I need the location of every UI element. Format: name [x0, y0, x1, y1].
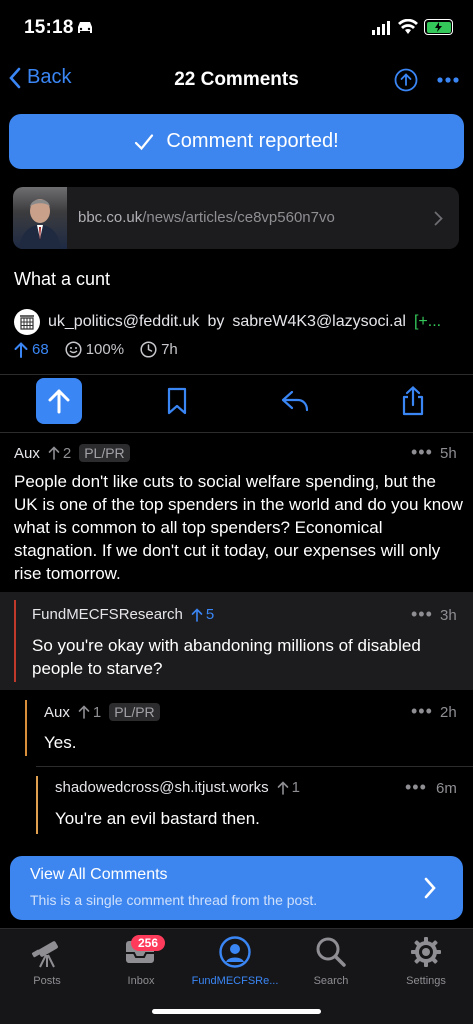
battery-icon [424, 19, 453, 35]
view-all-comments-button[interactable]: View All Comments This is a single comme… [10, 856, 463, 920]
car-icon [78, 22, 92, 33]
comment-score: 1 [78, 704, 101, 721]
tab-posts[interactable]: Posts [0, 935, 94, 987]
comment-time: 3h [440, 607, 457, 624]
view-all-subtitle: This is a single comment thread from the… [30, 892, 318, 908]
profile-icon [219, 936, 251, 968]
divider [0, 374, 473, 375]
arrow-up-icon [191, 607, 203, 622]
by-label: by [207, 313, 225, 330]
comment-author[interactable]: shadowedcross@sh.itjust.works [55, 779, 269, 796]
post-author[interactable]: sabreW4K3@lazysoci.al [232, 313, 406, 331]
tab-search[interactable]: Search [284, 935, 378, 987]
report-toast: Comment reported! [9, 114, 464, 169]
comment-time: 6m [436, 780, 457, 797]
comment-time: 5h [440, 445, 457, 462]
status-bar: 15:18 [0, 0, 473, 54]
navigation-bar: Back 22 Comments [0, 56, 473, 104]
save-button[interactable] [154, 378, 200, 424]
link-url: bbc.co.uk/news/articles/ce8vp560n7vo [78, 209, 335, 226]
post-attribution: uk_politics@feddit.uk by sabreW4K3@lazys… [14, 309, 441, 335]
smiley-icon [65, 341, 82, 358]
arrow-up-icon [14, 341, 28, 358]
comment-score: 5 [191, 606, 214, 623]
arrow-up-icon [48, 446, 60, 460]
author-flair: [+... [413, 313, 442, 330]
thread-depth-bar [25, 700, 27, 756]
comment-meta: Aux 2 PL/PR [14, 444, 130, 462]
comment-time: 2h [440, 704, 457, 721]
comment-author[interactable]: FundMECFSResearch [32, 606, 183, 623]
cellular-signal-icon [372, 21, 390, 35]
comment[interactable]: shadowedcross@sh.itjust.works 1 ••• 6m Y… [0, 766, 473, 846]
comment-author[interactable]: Aux [14, 445, 40, 462]
comment-more-icon[interactable]: ••• [411, 604, 433, 625]
community-name[interactable]: uk_politics@feddit.uk [48, 313, 199, 331]
comment-more-icon[interactable]: ••• [411, 442, 433, 463]
user-flair-tag: PL/PR [109, 703, 160, 721]
arrow-up-icon [78, 705, 90, 719]
thread-depth-bar [14, 600, 16, 682]
post-body: What a cunt [14, 269, 111, 289]
home-indicator [152, 1009, 321, 1014]
comment[interactable]: FundMECFSResearch 5 ••• 3h So you're oka… [0, 592, 473, 690]
user-flair-tag: PL/PR [79, 444, 130, 462]
comment-text: You're an evil bastard then. [55, 809, 260, 828]
comment-author[interactable]: Aux [44, 704, 70, 721]
link-thumbnail [13, 187, 67, 249]
comment-more-icon[interactable]: ••• [411, 701, 433, 722]
scroll-to-top-icon[interactable] [394, 68, 418, 92]
comment-score: 2 [48, 445, 71, 462]
arrow-up-icon [48, 389, 70, 414]
arrow-up-icon [277, 780, 288, 795]
thread-depth-bar [36, 776, 38, 834]
more-options-icon[interactable] [437, 77, 459, 83]
search-icon [316, 937, 346, 967]
telescope-icon [31, 941, 58, 968]
view-all-title: View All Comments [30, 866, 168, 883]
comment-text: People don't like cuts to social welfare… [14, 472, 463, 583]
gear-icon [411, 937, 441, 967]
reply-icon [281, 390, 309, 412]
checkmark-icon [135, 133, 154, 150]
portcullis-icon [20, 315, 34, 330]
comment-text: So you're okay with abandoning millions … [32, 636, 421, 678]
chevron-right-icon [434, 211, 443, 226]
upvote-ratio: 100% [65, 341, 124, 358]
comment-meta: Aux 1 PL/PR [44, 703, 160, 721]
reply-button[interactable] [272, 378, 318, 424]
chevron-right-icon [424, 877, 436, 899]
link-preview-card[interactable]: bbc.co.uk/news/articles/ce8vp560n7vo [13, 187, 459, 249]
toast-text: Comment reported! [166, 130, 339, 152]
tab-inbox[interactable]: 256 Inbox [94, 935, 188, 987]
comment-text: Yes. [44, 733, 77, 752]
comment-meta: FundMECFSResearch 5 [32, 606, 214, 623]
post-age: 7h [140, 341, 178, 358]
post-action-bar [0, 378, 473, 428]
bookmark-icon [167, 387, 187, 415]
comment[interactable]: Aux 1 PL/PR ••• 2h Yes. [0, 690, 473, 766]
share-icon [402, 386, 424, 416]
tab-profile[interactable]: FundMECFSRe... [188, 935, 282, 987]
post-stats: 68 100% 7h [14, 341, 178, 358]
share-button[interactable] [390, 378, 436, 424]
community-avatar[interactable] [14, 309, 40, 335]
comment-more-icon[interactable]: ••• [405, 777, 427, 798]
tab-settings[interactable]: Settings [379, 935, 473, 987]
comment[interactable]: Aux 2 PL/PR ••• 5h People don't like cut… [0, 432, 473, 592]
clock-icon [140, 341, 157, 358]
upvote-button[interactable] [36, 378, 82, 424]
inbox-badge: 256 [131, 935, 166, 951]
wifi-icon [398, 19, 418, 34]
post-score: 68 [14, 341, 49, 358]
comment-meta: shadowedcross@sh.itjust.works 1 [55, 779, 300, 796]
status-time: 15:18 [24, 17, 74, 38]
comment-score: 1 [277, 779, 300, 796]
